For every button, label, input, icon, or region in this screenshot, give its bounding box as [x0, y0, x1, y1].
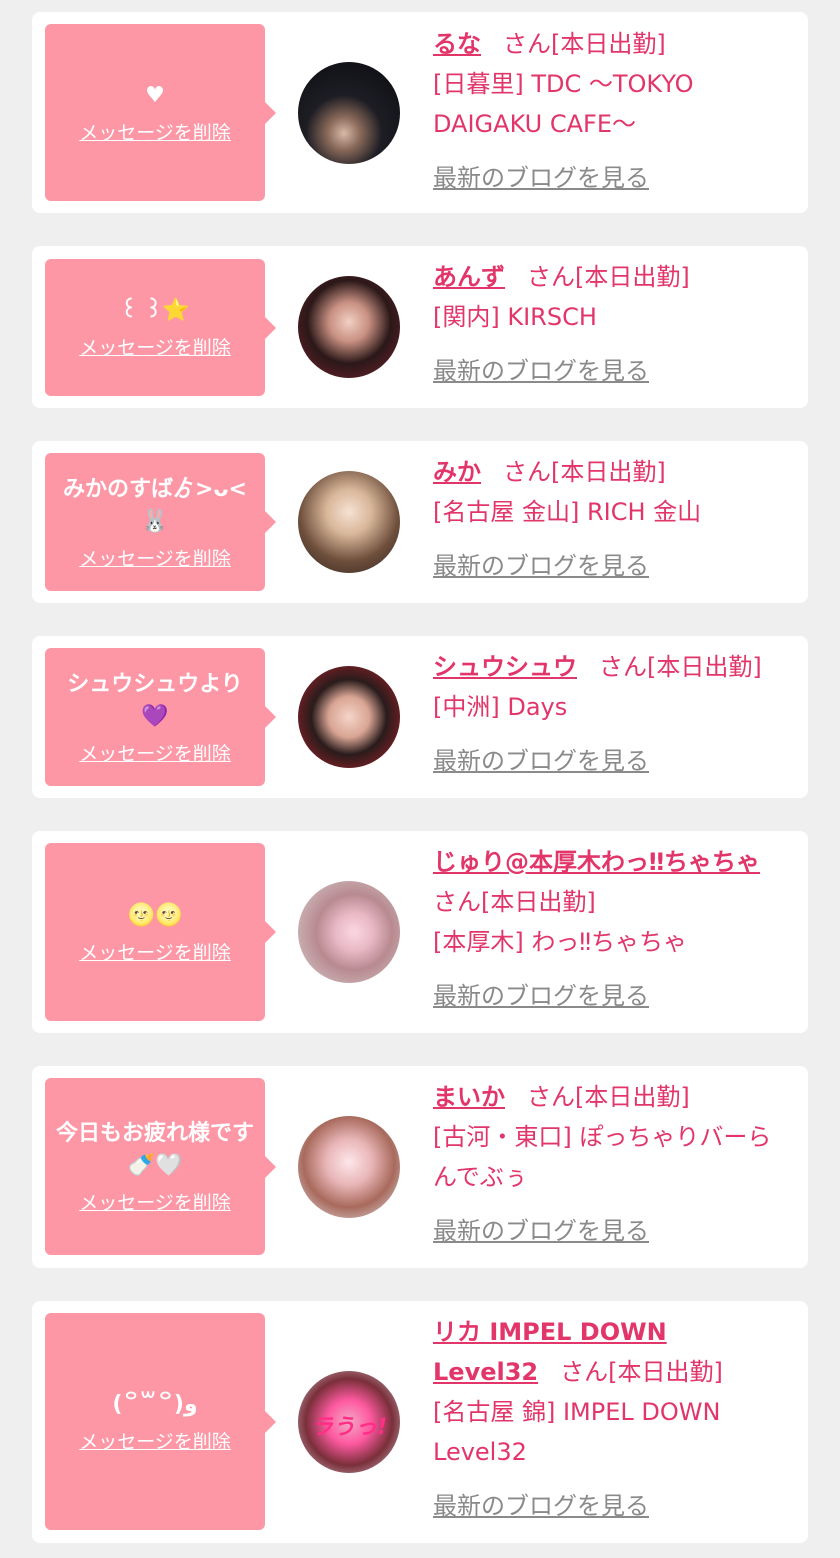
delete-message-link[interactable]: メッセージを削除	[79, 118, 231, 145]
status-text: さん[本日出勤]	[560, 1358, 723, 1386]
shop-text: [関内] KIRSCH	[433, 303, 597, 331]
cast-card: 🌝🌝 メッセージを削除 じゅり@本厚木わっ‼ちゃちゃさん[本日出勤] [本厚木]…	[32, 831, 808, 1033]
blog-link[interactable]: 最新のブログを見る	[433, 546, 649, 581]
message-bubble: (꒪꒳꒪)و メッセージを削除	[45, 1313, 276, 1530]
favorites-list: ♥ メッセージを削除 るな さん[本日出勤] [日暮里] TDC 〜TOKYO D…	[0, 0, 840, 1558]
cast-info: まいか さん[本日出勤] [古河・東口] ぽっちゃりバーらんでぶぅ 最新のブログを…	[433, 1077, 795, 1246]
blog-link[interactable]: 最新のブログを見る	[433, 158, 649, 193]
cast-card: ꒰ ꒱⭐ メッセージを削除 あんず さん[本日出勤] [関内] KIRSCH 最新…	[32, 246, 808, 408]
message-text: 今日もお疲れ様です🍼🤍	[55, 1121, 254, 1178]
shop-text: [名古屋 金山] RICH 金山	[433, 498, 702, 526]
cast-name-link[interactable]: じゅり@本厚木わっ‼ちゃちゃ	[433, 848, 760, 876]
cast-name-link[interactable]: あんず	[433, 263, 505, 291]
message-text: みかのすばゟ>ᴗ<🐰	[63, 476, 247, 534]
status-text: さん[本日出勤]	[503, 458, 666, 486]
shop-text: [古河・東口] ぽっちゃりバーらんでぶぅ	[433, 1123, 772, 1191]
delete-message-link[interactable]: メッセージを削除	[79, 1427, 231, 1454]
cast-info: るな さん[本日出勤] [日暮里] TDC 〜TOKYO DAIGAKU CAFE…	[433, 24, 795, 193]
cast-info: シュウシュウ さん[本日出勤] [中洲] Days 最新のブログを見る	[433, 647, 795, 776]
blog-link[interactable]: 最新のブログを見る	[433, 1486, 649, 1521]
cast-info: リカ IMPEL DOWN Level32 さん[本日出勤] [名古屋 錦] IM…	[433, 1312, 795, 1521]
message-text: ꒰ ꒱⭐	[120, 298, 190, 323]
message-bubble: シュウシュウより💜 メッセージを削除	[45, 648, 276, 786]
cast-info: あんず さん[本日出勤] [関内] KIRSCH 最新のブログを見る	[433, 257, 795, 386]
shop-text: [本厚木] わっ‼ちゃちゃ	[433, 928, 688, 956]
avatar[interactable]	[298, 881, 400, 983]
blog-link[interactable]: 最新のブログを見る	[433, 351, 649, 386]
cast-name-link[interactable]: シュウシュウ	[433, 653, 577, 681]
cast-name-link[interactable]: るな	[433, 30, 481, 58]
status-text: さん[本日出勤]	[599, 653, 762, 681]
status-text: さん[本日出勤]	[433, 888, 596, 916]
cast-card: シュウシュウより💜 メッセージを削除 シュウシュウ さん[本日出勤] [中洲] D…	[32, 636, 808, 798]
message-bubble: 🌝🌝 メッセージを削除	[45, 843, 276, 1021]
cast-card: ♥ メッセージを削除 るな さん[本日出勤] [日暮里] TDC 〜TOKYO D…	[32, 12, 808, 213]
shop-text: [日暮里] TDC 〜TOKYO DAIGAKU CAFE〜	[433, 70, 694, 138]
message-bubble: みかのすばゟ>ᴗ<🐰 メッセージを削除	[45, 453, 276, 591]
avatar[interactable]	[298, 62, 400, 164]
message-bubble: ♥ メッセージを削除	[45, 24, 276, 201]
shop-text: [名古屋 錦] IMPEL DOWN Level32	[433, 1398, 721, 1466]
avatar[interactable]	[298, 471, 400, 573]
message-text: シュウシュウより💜	[67, 671, 243, 729]
avatar[interactable]	[298, 666, 400, 768]
message-text: ♥	[145, 83, 165, 108]
blog-link[interactable]: 最新のブログを見る	[433, 976, 649, 1011]
message-bubble: ꒰ ꒱⭐ メッセージを削除	[45, 259, 276, 396]
avatar[interactable]	[298, 1116, 400, 1218]
message-text: 🌝🌝	[127, 902, 183, 928]
delete-message-link[interactable]: メッセージを削除	[79, 938, 231, 965]
avatar-overlay-text: ラうっ!	[310, 1415, 388, 1440]
cast-info: じゅり@本厚木わっ‼ちゃちゃさん[本日出勤] [本厚木] わっ‼ちゃちゃ 最新の…	[433, 842, 795, 1011]
delete-message-link[interactable]: メッセージを削除	[79, 333, 231, 360]
blog-link[interactable]: 最新のブログを見る	[433, 1211, 649, 1246]
cast-info: みか さん[本日出勤] [名古屋 金山] RICH 金山 最新のブログを見る	[433, 452, 795, 581]
cast-card: (꒪꒳꒪)و メッセージを削除 ラうっ! リカ IMPEL DOWN Level…	[32, 1301, 808, 1543]
delete-message-link[interactable]: メッセージを削除	[79, 739, 231, 766]
avatar[interactable]: ラうっ!	[298, 1371, 400, 1473]
delete-message-link[interactable]: メッセージを削除	[79, 544, 231, 571]
status-text: さん[本日出勤]	[527, 263, 690, 291]
cast-name-link[interactable]: みか	[433, 458, 481, 486]
cast-card: みかのすばゟ>ᴗ<🐰 メッセージを削除 みか さん[本日出勤] [名古屋 金山] …	[32, 441, 808, 603]
status-text: さん[本日出勤]	[527, 1083, 690, 1111]
blog-link[interactable]: 最新のブログを見る	[433, 741, 649, 776]
delete-message-link[interactable]: メッセージを削除	[79, 1188, 231, 1215]
avatar[interactable]	[298, 276, 400, 378]
message-text: (꒪꒳꒪)و	[112, 1392, 198, 1417]
cast-card: 今日もお疲れ様です🍼🤍 メッセージを削除 まいか さん[本日出勤] [古河・東口]…	[32, 1066, 808, 1268]
message-bubble: 今日もお疲れ様です🍼🤍 メッセージを削除	[45, 1078, 276, 1255]
shop-text: [中洲] Days	[433, 693, 568, 721]
status-text: さん[本日出勤]	[503, 30, 666, 58]
cast-name-link[interactable]: まいか	[433, 1083, 505, 1111]
